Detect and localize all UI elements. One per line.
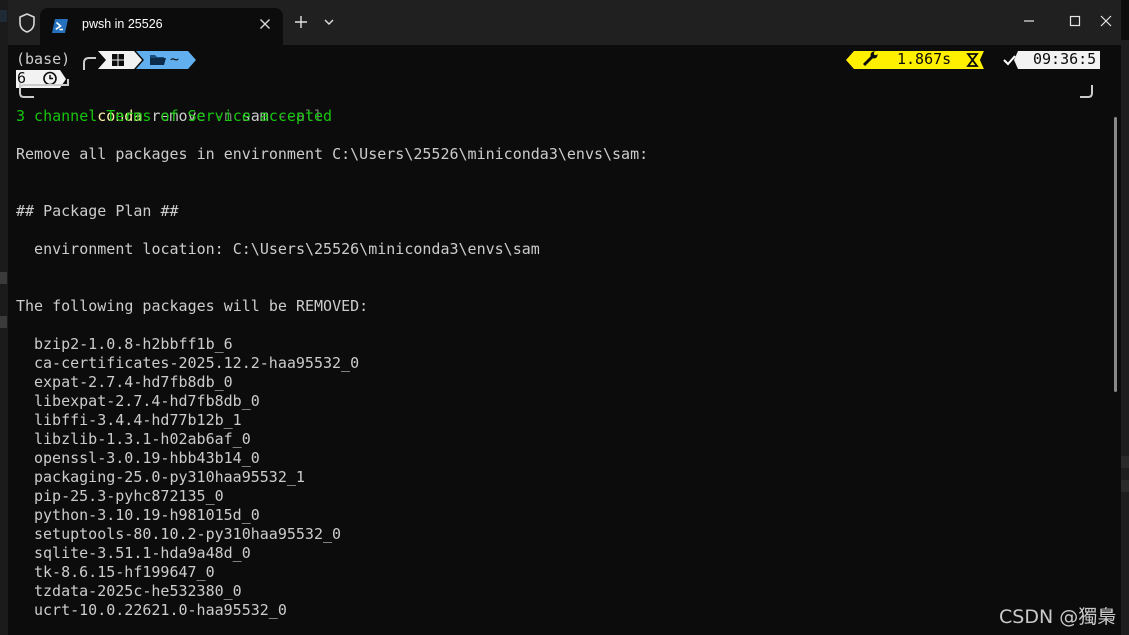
remove-message: Remove all packages in environment C:\Us… [16, 145, 649, 163]
minimize-button[interactable] [1006, 0, 1052, 40]
environment-location: environment location: C:\Users\25526\min… [16, 240, 540, 258]
package-item: setuptools-80.10.2-py310haa95532_0 [34, 525, 342, 543]
prompt-time: 09:36:5 [1033, 50, 1097, 68]
watermark: CSDN @獨梟 [999, 606, 1117, 628]
tos-message: 3 channel Terms of Service accepted [16, 107, 333, 125]
tab-pwsh[interactable]: pwsh in 25526 [40, 8, 283, 45]
chevron-down-icon [324, 19, 334, 25]
shield-icon[interactable] [17, 12, 37, 34]
prompt-dir: ~ [170, 50, 180, 68]
prompt-connector-right [1080, 85, 1093, 98]
title-bar: pwsh in 25526 [8, 0, 1121, 45]
close-icon [1100, 15, 1112, 27]
package-item: ca-certificates-2025.12.2-haa95532_0 [34, 354, 360, 372]
package-item: packaging-25.0-py310haa95532_1 [34, 468, 305, 486]
powershell-icon [52, 18, 68, 33]
new-tab-button[interactable] [291, 12, 311, 32]
minimize-icon [1024, 20, 1034, 22]
plus-icon [295, 16, 307, 28]
tab-title: pwsh in 25526 [82, 17, 163, 31]
package-item: libexpat-2.7.4-hd7fb8db_0 [34, 392, 260, 410]
close-window-button[interactable] [1098, 0, 1121, 40]
terminal-scrollbar[interactable] [1114, 117, 1117, 392]
prompt-duration: 1.867s [897, 50, 952, 68]
background-window-edge-right [1121, 40, 1129, 635]
package-item: expat-2.7.4-hd7fb8db_0 [34, 373, 233, 391]
terminal-window: pwsh in 25526 (base) ~ 1.867s 09:36:5 6 … [0, 0, 1129, 635]
package-item: pip-25.3-pyhc872135_0 [34, 487, 224, 505]
package-item: sqlite-3.51.1-hda9a48d_0 [34, 544, 251, 562]
prompt-segments-left [83, 51, 196, 70]
tab-close-button[interactable] [257, 16, 273, 32]
profile-dropdown-button[interactable] [321, 14, 337, 30]
package-item: python-3.10.19-h981015d_0 [34, 506, 260, 524]
package-plan-header: ## Package Plan ## [16, 202, 179, 220]
maximize-button[interactable] [1052, 0, 1098, 40]
package-item: libffi-3.4.4-hd77b12b_1 [34, 411, 242, 429]
maximize-icon [1069, 15, 1081, 27]
package-item: tzdata-2025c-he532380_0 [34, 582, 242, 600]
terminal-output[interactable]: (base) ~ 1.867s 09:36:5 6 conda remove -… [8, 45, 1121, 635]
package-item: tk-8.6.15-hf199647_0 [34, 563, 215, 581]
removed-header: The following packages will be REMOVED: [16, 297, 369, 315]
package-item: ucrt-10.0.22621.0-haa95532_0 [34, 601, 287, 619]
prompt-env: (base) [16, 50, 71, 68]
package-item: bzip2-1.0.8-h2bbff1b_6 [34, 335, 233, 353]
close-icon [260, 19, 270, 29]
package-item: openssl-3.0.19-hbb43b14_0 [34, 449, 260, 467]
package-item: libzlib-1.3.1-h02ab6af_0 [34, 430, 251, 448]
background-window-edge-left [0, 0, 8, 635]
